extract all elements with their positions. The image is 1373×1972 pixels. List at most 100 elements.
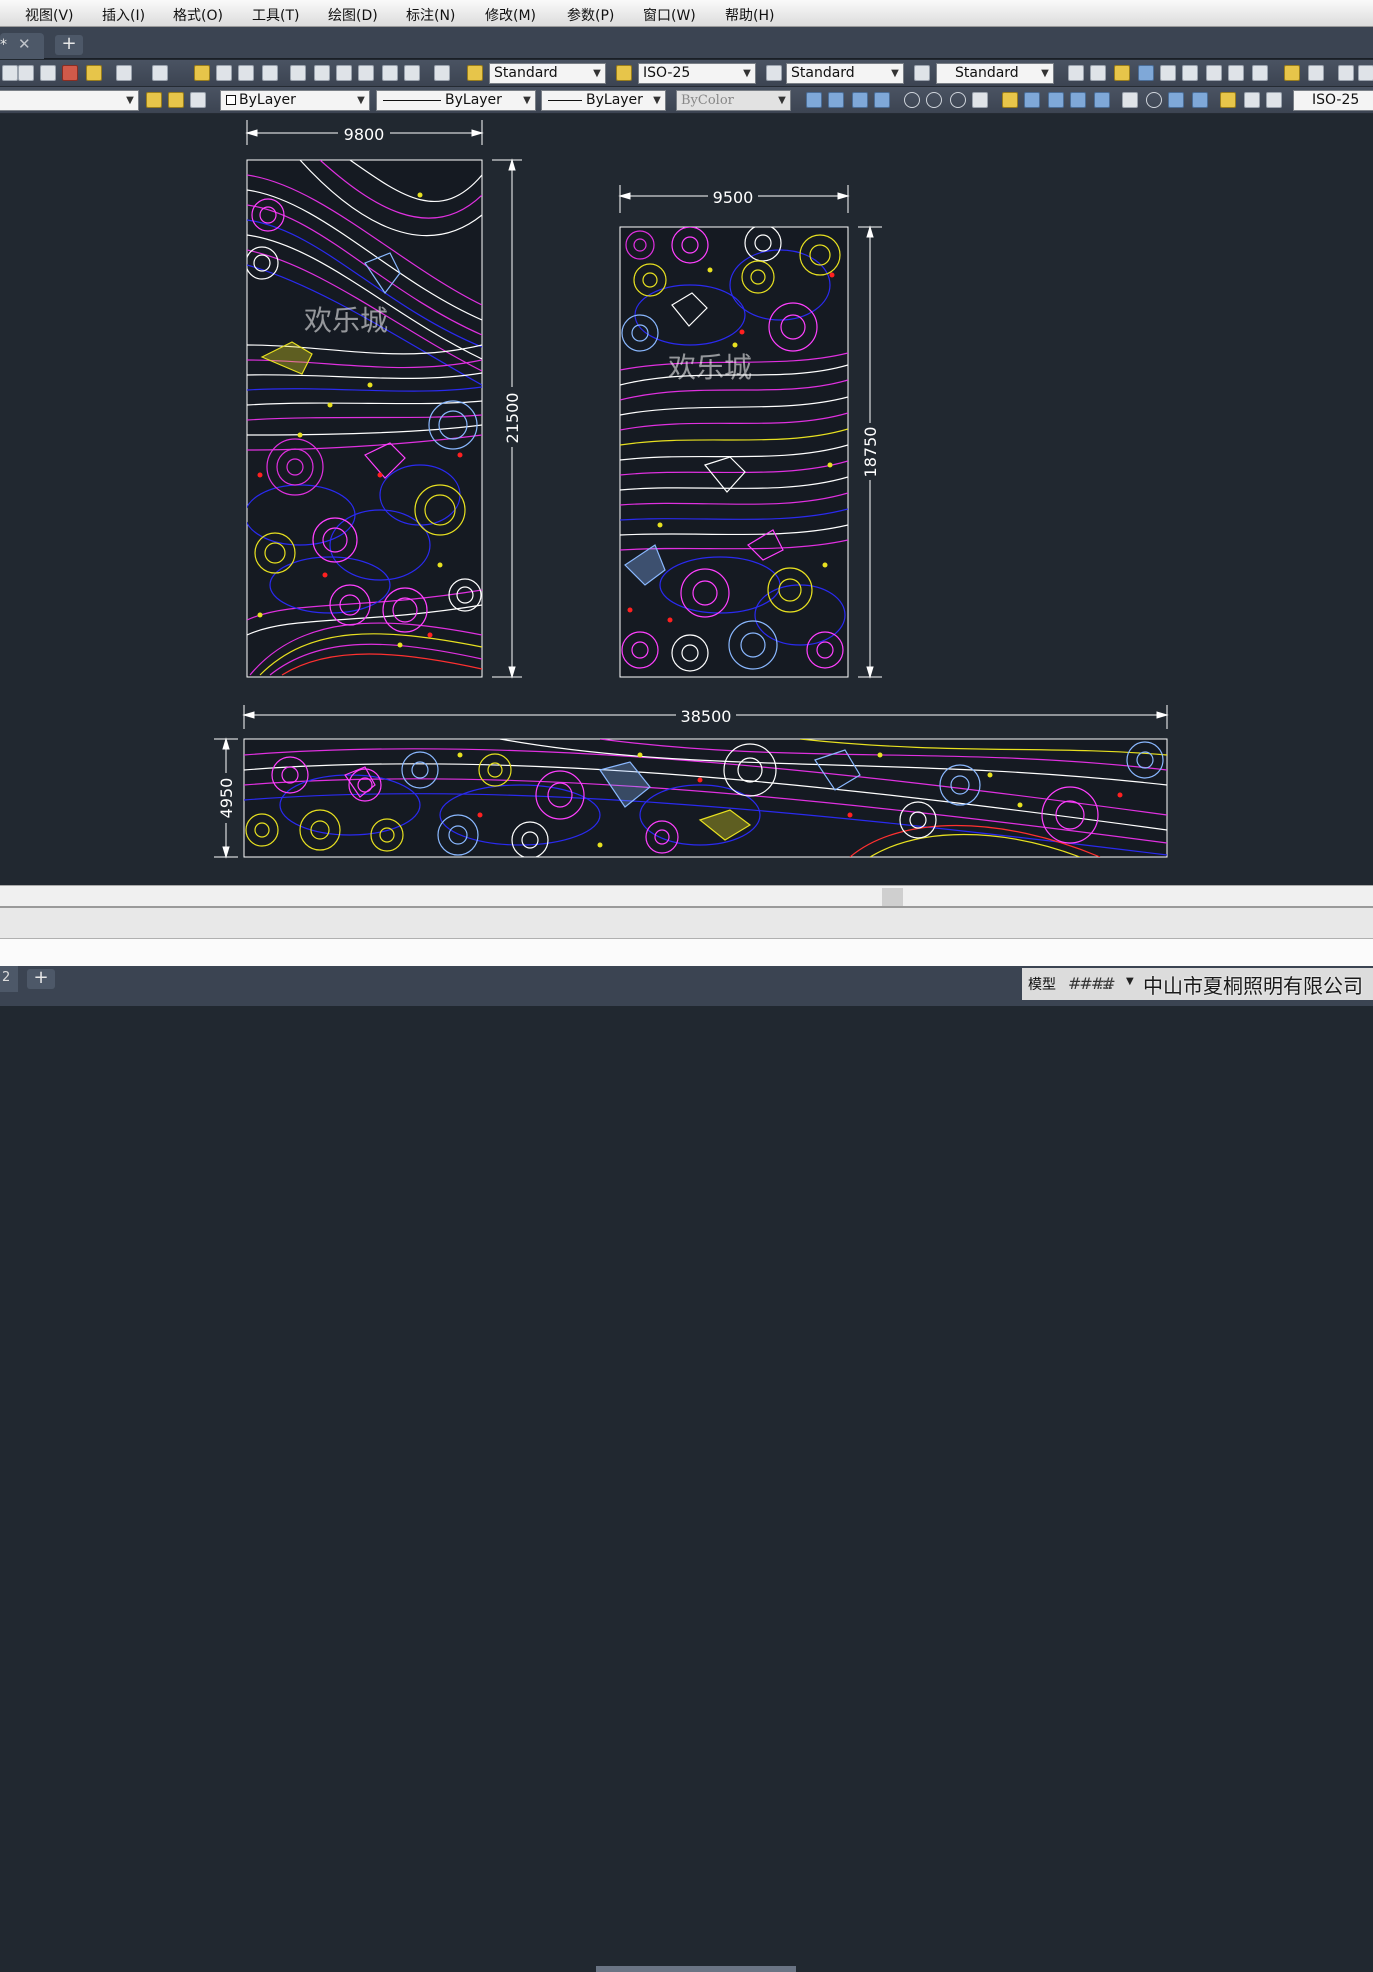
quick-dim-icon[interactable] (1002, 92, 1018, 108)
diameter-dim-icon[interactable] (950, 92, 966, 108)
pan-icon[interactable] (194, 65, 210, 81)
table-style-icon[interactable] (766, 65, 782, 81)
match-properties-icon[interactable] (62, 65, 78, 81)
inspection-icon[interactable] (1168, 92, 1184, 108)
make-current-layer-icon[interactable] (146, 92, 162, 108)
linetype-select[interactable]: ByLayer ▼ (376, 90, 536, 111)
radius-dim-icon[interactable] (904, 92, 920, 108)
menu-parametric[interactable]: 参数(P) (567, 5, 614, 25)
menu-modify[interactable]: 修改(M) (485, 5, 536, 25)
panel-3-height-dim: 4950 (217, 778, 236, 819)
markup-icon[interactable] (382, 65, 398, 81)
find-text-icon[interactable] (1138, 65, 1154, 81)
continue-dim-icon[interactable] (1048, 92, 1064, 108)
dim-edit-icon[interactable] (1220, 92, 1236, 108)
snap-icon[interactable]: :::: (1098, 974, 1114, 993)
dim-update-icon[interactable] (1266, 92, 1282, 108)
add-layout-button[interactable]: + (27, 969, 55, 989)
linear-dim-icon[interactable] (806, 92, 822, 108)
properties-icon[interactable] (290, 65, 306, 81)
baseline-dim-icon[interactable] (1024, 92, 1040, 108)
menu-window[interactable]: 窗口(W) (643, 5, 696, 25)
text-style-select[interactable]: Standard ▼ (489, 63, 606, 84)
center-mark-icon[interactable] (1146, 92, 1162, 108)
layout-tab[interactable]: 2 (0, 966, 18, 992)
dim-style-select[interactable]: ISO-25 ▼ (638, 63, 756, 84)
plotstyle-select: ByColor ▼ (676, 90, 791, 111)
scale-text-icon[interactable] (1206, 65, 1222, 81)
zoom-previous-icon[interactable] (262, 65, 278, 81)
close-icon[interactable]: ✕ (18, 35, 31, 53)
chevron-down-icon: ▼ (1037, 64, 1053, 83)
text-style-dialog-icon[interactable] (1182, 65, 1198, 81)
convert-text-icon[interactable] (1252, 65, 1268, 81)
spell-check-icon[interactable] (1160, 65, 1176, 81)
multileader-style-select[interactable]: Standard ▼ (936, 63, 1054, 84)
quickcalc-icon[interactable] (404, 65, 420, 81)
justify-text-icon[interactable] (1228, 65, 1244, 81)
layer-walk-icon[interactable] (190, 92, 206, 108)
jogged-dim-icon[interactable] (926, 92, 942, 108)
cut-icon[interactable] (2, 65, 18, 81)
menu-insert[interactable]: 插入(I) (102, 5, 145, 25)
dim-style-select-2[interactable]: ISO-25 (1293, 90, 1373, 111)
command-line-input[interactable] (0, 938, 1373, 966)
table-style-select[interactable]: Standard ▼ (786, 63, 904, 84)
help-icon[interactable] (434, 65, 450, 81)
drawing-canvas[interactable]: 欢乐城 9800 21500 欢乐城 9500 18750 38500 4950 (0, 115, 1373, 885)
chevron-down-icon: ▼ (353, 91, 369, 110)
panel-1-height-dim: 21500 (503, 393, 522, 444)
new-tab-button[interactable]: + (55, 35, 83, 55)
paste-icon[interactable] (40, 65, 56, 81)
dim-space-icon[interactable] (1070, 92, 1086, 108)
zoom-window-icon[interactable] (238, 65, 254, 81)
layer-properties-icon[interactable] (1284, 65, 1300, 81)
dim-text-edit-icon[interactable] (1244, 92, 1260, 108)
menu-dimension[interactable]: 标注(N) (406, 5, 455, 25)
logo-watermark-2: 欢乐城 (668, 351, 752, 384)
panel-3[interactable] (243, 738, 1168, 858)
arc-length-icon[interactable] (852, 92, 868, 108)
jogged-linear-icon[interactable] (1192, 92, 1208, 108)
multiline-text-icon[interactable] (1068, 65, 1084, 81)
single-line-text-icon[interactable] (1090, 65, 1106, 81)
model-space-button[interactable]: 模型 (1028, 974, 1056, 994)
scrollbar-thumb[interactable] (882, 888, 903, 906)
text-style-icon[interactable] (467, 65, 483, 81)
horizontal-scrollbar[interactable] (0, 885, 1373, 906)
ordinate-dim-icon[interactable] (874, 92, 890, 108)
chevron-down-icon[interactable]: ▼ (1126, 976, 1134, 987)
redo-icon[interactable] (152, 65, 168, 81)
menu-bar: 视图(V) 插入(I) 格式(O) 工具(T) 绘图(D) 标注(N) 修改(M… (0, 0, 1373, 27)
undo-icon[interactable] (116, 65, 132, 81)
dim-break-icon[interactable] (1094, 92, 1110, 108)
layer-states-icon[interactable] (1338, 65, 1354, 81)
design-center-icon[interactable] (314, 65, 330, 81)
company-watermark: 中山市夏桐照明有限公司 (1143, 974, 1363, 998)
zoom-realtime-icon[interactable] (216, 65, 232, 81)
block-editor-icon[interactable] (86, 65, 102, 81)
sheet-set-icon[interactable] (358, 65, 374, 81)
menu-draw[interactable]: 绘图(D) (328, 5, 378, 25)
tolerance-icon[interactable] (1122, 92, 1138, 108)
menu-help[interactable]: 帮助(H) (725, 5, 774, 25)
layer-select[interactable]: ▼ (0, 90, 139, 111)
menu-format[interactable]: 格式(O) (173, 5, 223, 25)
layer-isolate-icon[interactable] (1358, 65, 1373, 81)
edit-text-icon[interactable] (1114, 65, 1130, 81)
menu-tools[interactable]: 工具(T) (252, 5, 299, 25)
copy-icon[interactable] (18, 65, 34, 81)
dim-style-icon[interactable] (616, 65, 632, 81)
lineweight-select[interactable]: ByLayer ▼ (541, 90, 666, 111)
panel-1[interactable]: 欢乐城 (245, 159, 483, 678)
menu-view[interactable]: 视图(V) (25, 5, 74, 25)
layer-match-icon[interactable] (168, 92, 184, 108)
angular-dim-icon[interactable] (972, 92, 988, 108)
document-tab[interactable]: * ✕ (0, 33, 44, 59)
multileader-style-icon[interactable] (914, 65, 930, 81)
aligned-dim-icon[interactable] (828, 92, 844, 108)
tool-palettes-icon[interactable] (336, 65, 352, 81)
color-select[interactable]: ByLayer ▼ (220, 90, 370, 111)
layer-previous-icon[interactable] (1308, 65, 1324, 81)
panel-2[interactable]: 欢乐城 (619, 225, 849, 678)
